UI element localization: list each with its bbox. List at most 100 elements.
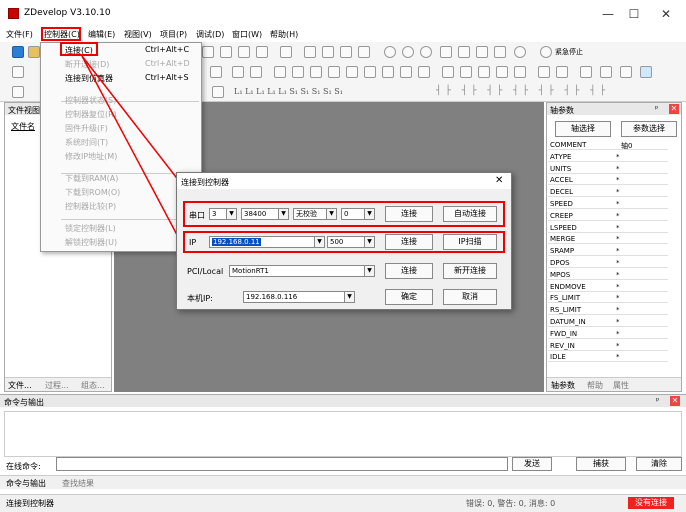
close-button[interactable]: ✕ xyxy=(648,4,684,24)
toolbar-icon-37[interactable] xyxy=(580,66,592,78)
emergency-stop-icon[interactable] xyxy=(540,46,552,58)
toolbar-icon-3[interactable] xyxy=(238,46,250,58)
output-textarea[interactable] xyxy=(4,411,682,457)
axis-param-value[interactable]: * xyxy=(616,153,620,161)
left-tab-files[interactable]: 文件... xyxy=(8,380,32,391)
toolbar-icon-15[interactable] xyxy=(476,46,488,58)
axis-param-row[interactable]: MPOS * xyxy=(548,270,668,280)
param-select-button[interactable]: 参数选择 xyxy=(621,121,677,137)
pin-icon[interactable]: ᵖ xyxy=(655,104,658,113)
toolbar-icon-14[interactable] xyxy=(458,46,470,58)
axis-param-row[interactable]: SPEED * xyxy=(548,199,668,209)
dialog-close-icon[interactable]: ✕ xyxy=(495,175,503,186)
controller-menu-item[interactable]: 控制器比较(P) xyxy=(65,201,116,212)
toolbar-icon-22[interactable] xyxy=(292,66,304,78)
controller-menu-item[interactable]: 控制器状态(S) xyxy=(65,95,116,106)
toolbar-icon-31[interactable] xyxy=(460,66,472,78)
menu-help[interactable]: 帮助(H) xyxy=(270,29,298,40)
axis-param-value[interactable]: * xyxy=(616,342,620,350)
axis-param-row[interactable]: CREEP * xyxy=(548,211,668,221)
baud-rate-select[interactable]: 38400 ▼ xyxy=(241,208,289,220)
ip-port-select[interactable]: 500 ▼ xyxy=(327,236,375,248)
stop-bit-select[interactable]: 0 ▼ xyxy=(341,208,375,220)
toolbar-icon-7[interactable] xyxy=(322,46,334,58)
toolbar-icon-36[interactable] xyxy=(556,66,568,78)
toolbar-icon-29[interactable] xyxy=(418,66,430,78)
toolbar-icon-42[interactable] xyxy=(212,86,224,98)
open-folder-icon[interactable] xyxy=(28,46,40,58)
menu-project[interactable]: 项目(P) xyxy=(160,29,187,40)
controller-menu-item[interactable]: 下载到ROM(O) xyxy=(65,187,120,198)
toolbar-icon-41[interactable] xyxy=(12,86,24,98)
axis-param-value[interactable]: * xyxy=(616,176,620,184)
toolbar-icon-34[interactable] xyxy=(514,66,526,78)
serial-port-select[interactable]: 3 ▼ xyxy=(209,208,237,220)
axis-param-row[interactable]: UNITS * xyxy=(548,164,668,174)
ladder-contact-icon[interactable]: ┤├ ┤├ ┤├ ┤├ ┤├ ┤├ ┤├ xyxy=(436,86,609,96)
menu-window[interactable]: 窗口(W) xyxy=(232,29,262,40)
new-connection-button[interactable]: 新开连接 xyxy=(443,263,497,279)
controller-menu-item[interactable]: 下载到RAM(A) xyxy=(65,173,118,184)
axis-param-row[interactable]: ACCEL * xyxy=(548,175,668,186)
auto-connect-button[interactable]: 自动连接 xyxy=(443,206,497,222)
axis-param-row[interactable]: ENDMOVE * xyxy=(548,282,668,292)
axis-param-row[interactable]: RS_LIMIT * xyxy=(548,305,668,316)
axis-pane-close-icon[interactable]: ✕ xyxy=(669,104,679,114)
cmd-close-icon[interactable]: ✕ xyxy=(670,396,680,406)
axis-param-row[interactable]: LSPEED * xyxy=(548,223,668,233)
toolbar-icon-38[interactable] xyxy=(600,66,612,78)
toolbar-icon-4[interactable] xyxy=(256,46,268,58)
menu-debug[interactable]: 调试(D) xyxy=(196,29,224,40)
axis-param-row[interactable]: ATYPE * xyxy=(548,152,668,162)
toolbar-icon-13[interactable] xyxy=(440,46,452,58)
axis-param-row[interactable]: DPOS * xyxy=(548,258,668,268)
menu-file[interactable]: 文件(F) xyxy=(6,29,33,40)
toolbar-icon-28[interactable] xyxy=(400,66,412,78)
online-command-input[interactable] xyxy=(56,457,508,471)
emergency-stop-label[interactable]: 紧急停止 xyxy=(555,47,583,57)
toolbar-icon-11[interactable] xyxy=(402,46,414,58)
axis-param-value[interactable]: * xyxy=(616,318,620,326)
ladder-symbols[interactable]: L₁ L₁ L₁ L₁ L₁ S₁ S₁ S₁ S₁ S₁ xyxy=(234,87,343,96)
right-tab-help[interactable]: 帮助 xyxy=(587,380,603,391)
toolbar-icon-32[interactable] xyxy=(478,66,490,78)
stop-icon[interactable] xyxy=(514,46,526,58)
axis-param-row[interactable]: MERGE * xyxy=(548,234,668,245)
send-button[interactable]: 发送 xyxy=(512,457,552,471)
new-file-icon[interactable] xyxy=(12,46,24,58)
axis-param-value[interactable]: * xyxy=(616,188,620,196)
axis-param-value[interactable]: * xyxy=(616,294,620,302)
pci-device-select[interactable]: MotionRT1 ▼ xyxy=(229,265,375,277)
controller-menu-item[interactable]: 锁定控制器(L) xyxy=(65,223,116,234)
axis-param-value[interactable]: * xyxy=(616,306,620,314)
controller-menu-item[interactable]: 连接到仿真器 xyxy=(65,73,113,84)
axis-param-value[interactable]: * xyxy=(616,330,620,338)
toolbar-icon-23[interactable] xyxy=(310,66,322,78)
controller-menu-item[interactable]: 解锁控制器(U) xyxy=(65,237,117,248)
toolbar-icon-18[interactable] xyxy=(210,66,222,78)
toolbar-icon-33[interactable] xyxy=(496,66,508,78)
controller-menu-item[interactable]: 系统时间(T) xyxy=(65,137,108,148)
menu-view[interactable]: 视图(V) xyxy=(124,29,152,40)
axis-param-row[interactable]: IDLE * xyxy=(548,352,668,363)
axis-param-value[interactable]: * xyxy=(616,247,620,255)
capture-button[interactable]: 捕获 xyxy=(576,457,626,471)
maximize-button[interactable]: ☐ xyxy=(616,4,652,24)
toolbar-icon-30[interactable] xyxy=(442,66,454,78)
tab-search-results[interactable]: 查找结果 xyxy=(62,478,94,489)
left-tab-procs[interactable]: 过程... xyxy=(45,380,69,391)
ip-connect-button[interactable]: 连接 xyxy=(385,234,433,250)
controller-menu-item[interactable]: 断开连接(D) xyxy=(65,59,109,70)
axis-param-value[interactable]: * xyxy=(616,165,620,173)
axis-param-row[interactable]: DATUM_IN * xyxy=(548,317,668,327)
axis-param-row[interactable]: SRAMP * xyxy=(548,246,668,257)
menu-edit[interactable]: 编辑(E) xyxy=(88,29,115,40)
toolbar-icon-21[interactable] xyxy=(274,66,286,78)
right-tab-props[interactable]: 属性 xyxy=(613,380,629,391)
axis-param-value[interactable]: * xyxy=(616,283,620,291)
parity-select[interactable]: 无校验 ▼ xyxy=(293,208,337,220)
ip-scan-button[interactable]: IP扫描 xyxy=(443,234,497,250)
axis-select-button[interactable]: 轴选择 xyxy=(555,121,611,137)
toolbar-icon-25[interactable] xyxy=(346,66,358,78)
local-ip-select[interactable]: 192.168.0.116 ▼ xyxy=(243,291,355,303)
